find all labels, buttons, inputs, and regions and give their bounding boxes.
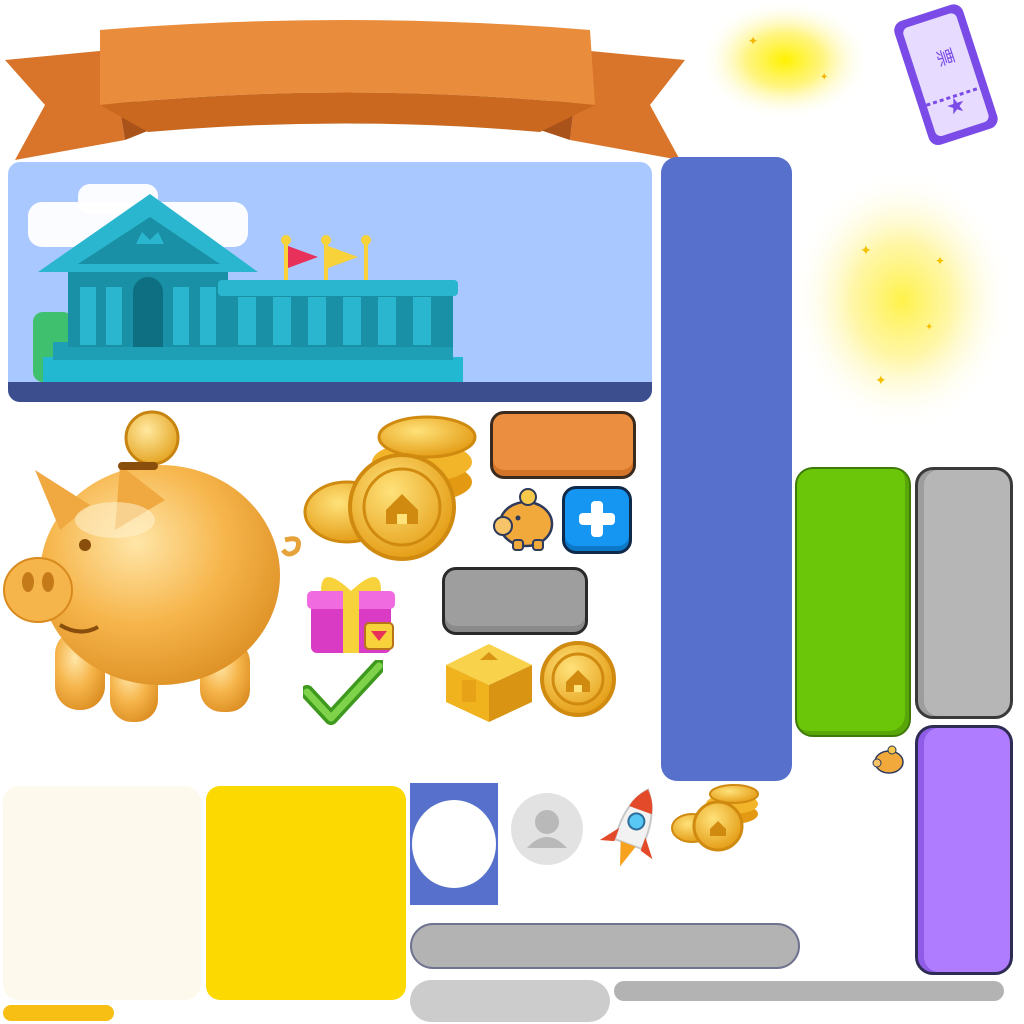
coin-stack-icon (302, 412, 487, 567)
bank-building-icon (8, 184, 652, 402)
svg-text:✦: ✦ (820, 72, 828, 83)
checkmark-icon (303, 660, 383, 725)
svg-text:✦: ✦ (935, 254, 945, 268)
svg-text:✦: ✦ (875, 373, 887, 389)
gray-thin-bar (614, 981, 1004, 1001)
svg-text:✦: ✦ (925, 322, 933, 333)
gray-short-bar (410, 980, 610, 1022)
gold-coin-icon (540, 640, 620, 718)
treasure-chest-icon (440, 640, 538, 725)
avatar-frame (410, 783, 498, 905)
cream-card (3, 786, 201, 1000)
svg-text:✦: ✦ (860, 243, 872, 259)
svg-text:✦: ✦ (748, 34, 758, 48)
gold-progress-bar (3, 1005, 114, 1021)
plus-button[interactable] (562, 486, 632, 554)
avatar-placeholder-icon[interactable] (510, 792, 584, 866)
purple-panel (915, 725, 1013, 975)
plus-icon (579, 501, 615, 537)
orange-button[interactable] (490, 411, 636, 479)
gift-box-icon (303, 565, 398, 657)
sparkle-glow-icon: ✦ ✦ (700, 0, 870, 120)
gray-button[interactable] (442, 567, 588, 635)
bank-scene-panel (8, 162, 652, 402)
sparkle-glow-icon: ✦ ✦ ✦ ✦ (790, 170, 1015, 430)
tiny-piggy-icon (870, 742, 906, 778)
ticket-icon: ★ 票 (885, 0, 1005, 150)
gray-panel (915, 467, 1013, 719)
green-panel (795, 467, 911, 737)
rocket-icon (594, 783, 674, 873)
tall-blue-panel (661, 157, 792, 781)
yellow-card (206, 786, 406, 1000)
small-piggy-icon (488, 484, 558, 554)
gray-wide-bar (410, 923, 800, 969)
avatar-circle (412, 800, 496, 888)
small-coin-stack-icon (668, 784, 763, 852)
piggy-bank-icon (0, 410, 305, 730)
ribbon-banner-icon (0, 10, 690, 160)
